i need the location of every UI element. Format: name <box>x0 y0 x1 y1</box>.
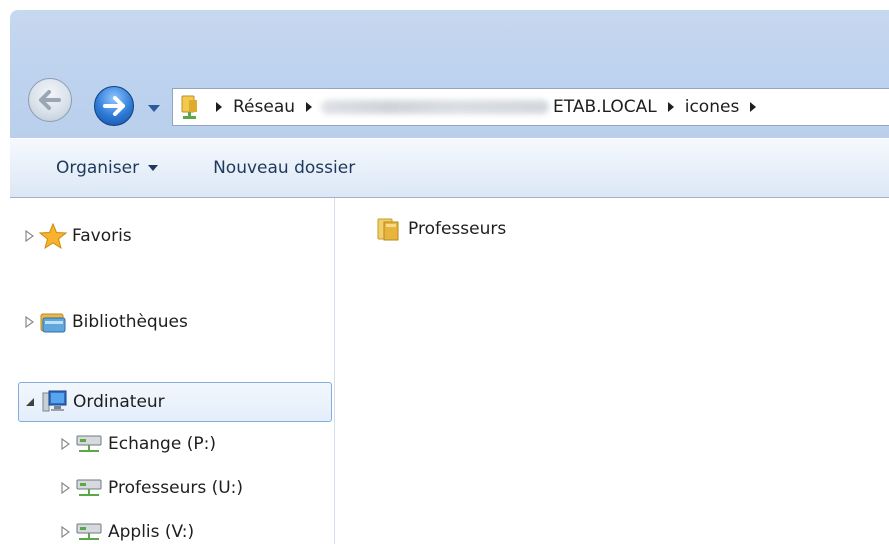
chevron-right-icon <box>667 102 674 112</box>
sidebar-item-applis[interactable]: Applis (V:) <box>56 514 194 544</box>
sidebar-item-echange[interactable]: Echange (P:) <box>56 426 216 462</box>
forward-arrow-icon <box>103 96 125 116</box>
network-drive-icon <box>74 518 104 544</box>
chevron-right-icon <box>216 102 222 112</box>
breadcrumb-domain[interactable]: ETAB.LOCAL <box>551 89 659 125</box>
back-arrow-icon <box>39 90 61 110</box>
file-item-label: Professeurs <box>408 219 507 239</box>
star-icon <box>38 222 68 250</box>
expand-arrow-icon[interactable] <box>20 316 38 328</box>
collapse-arrow-icon[interactable] <box>21 397 39 407</box>
address-bar[interactable]: Réseau ETAB.LOCAL icones <box>172 88 889 126</box>
expand-arrow-icon[interactable] <box>56 526 74 538</box>
breadcrumb-redacted-server[interactable] <box>321 89 551 125</box>
organise-button[interactable]: Organiser <box>44 148 171 188</box>
recent-pages-button[interactable] <box>146 102 162 116</box>
breadcrumb-icones[interactable]: icones <box>683 89 742 125</box>
title-bar: Réseau ETAB.LOCAL icones <box>10 10 889 138</box>
chevron-down-icon <box>148 105 160 112</box>
breadcrumb-separator[interactable] <box>297 89 321 125</box>
chevron-right-icon <box>750 102 757 112</box>
network-drive-icon <box>74 474 104 502</box>
explorer-window: Réseau ETAB.LOCAL icones Organiser Nouve… <box>0 0 889 544</box>
sidebar-item-label: Applis (V:) <box>108 522 195 542</box>
list-item-professeurs-folder[interactable]: Professeurs <box>374 214 506 244</box>
folder-icon <box>374 215 404 243</box>
dropdown-caret-icon <box>148 165 159 171</box>
breadcrumb-separator[interactable] <box>659 89 683 125</box>
breadcrumb-reseau[interactable]: Réseau <box>231 89 297 125</box>
sidebar-item-favoris[interactable]: Favoris <box>20 218 132 254</box>
chevron-right-icon <box>306 102 313 112</box>
sidebar-item-label: Bibliothèques <box>72 312 188 332</box>
breadcrumb-separator[interactable] <box>741 89 765 125</box>
sidebar-item-professeurs-drive[interactable]: Professeurs (U:) <box>56 470 243 506</box>
content-pane: Professeurs <box>336 198 889 544</box>
expand-arrow-icon[interactable] <box>56 438 74 450</box>
back-button[interactable] <box>28 78 72 122</box>
command-bar: Organiser Nouveau dossier <box>10 138 889 198</box>
navigation-pane: Favoris Bibliothèques Ordinateur Echange… <box>10 198 335 544</box>
sidebar-item-ordinateur[interactable]: Ordinateur <box>18 382 332 422</box>
sidebar-item-label: Favoris <box>72 226 132 246</box>
forward-button[interactable] <box>94 86 134 126</box>
libraries-icon <box>38 308 68 336</box>
expand-arrow-icon[interactable] <box>20 230 38 242</box>
sidebar-item-label: Ordinateur <box>73 392 165 412</box>
organise-label: Organiser <box>56 158 140 178</box>
network-drive-icon <box>74 430 104 458</box>
sidebar-item-bibliotheques[interactable]: Bibliothèques <box>20 304 188 340</box>
expand-arrow-icon[interactable] <box>56 482 74 494</box>
network-location-icon <box>173 89 207 125</box>
computer-icon <box>39 388 69 416</box>
new-folder-button[interactable]: Nouveau dossier <box>201 148 367 188</box>
breadcrumb-separator[interactable] <box>207 89 231 125</box>
sidebar-item-label: Professeurs (U:) <box>108 478 244 498</box>
sidebar-item-label: Echange (P:) <box>108 434 216 454</box>
